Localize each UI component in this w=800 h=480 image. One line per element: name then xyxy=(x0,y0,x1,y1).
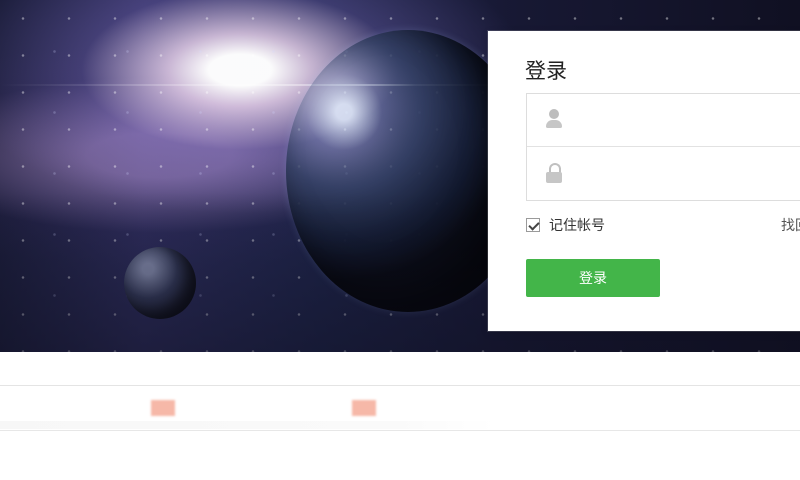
password-input[interactable] xyxy=(582,147,800,199)
login-input-group xyxy=(526,93,800,201)
remember-label: 记住帐号 xyxy=(549,217,605,233)
lock-icon xyxy=(545,162,563,184)
username-row xyxy=(527,94,800,147)
hero-caption xyxy=(8,140,226,162)
remember-account-option[interactable]: 记住帐号 xyxy=(526,215,605,235)
notice-bar xyxy=(0,385,800,431)
login-page: 登录 记住帐号 找回 登录 xyxy=(0,0,800,480)
notice-highlight-badge xyxy=(352,400,376,416)
notice-highlight-badge xyxy=(151,400,175,416)
login-panel: 登录 记住帐号 找回 登录 xyxy=(488,31,800,331)
notice-fade-line xyxy=(0,421,495,429)
find-account-link[interactable]: 找回 xyxy=(781,215,800,235)
login-button[interactable]: 登录 xyxy=(526,259,660,297)
password-row xyxy=(527,147,800,200)
username-input[interactable] xyxy=(582,94,800,146)
remember-checkbox[interactable] xyxy=(526,218,540,232)
user-icon xyxy=(545,109,563,131)
login-title: 登录 xyxy=(525,60,567,83)
small-planet-image xyxy=(124,247,196,319)
